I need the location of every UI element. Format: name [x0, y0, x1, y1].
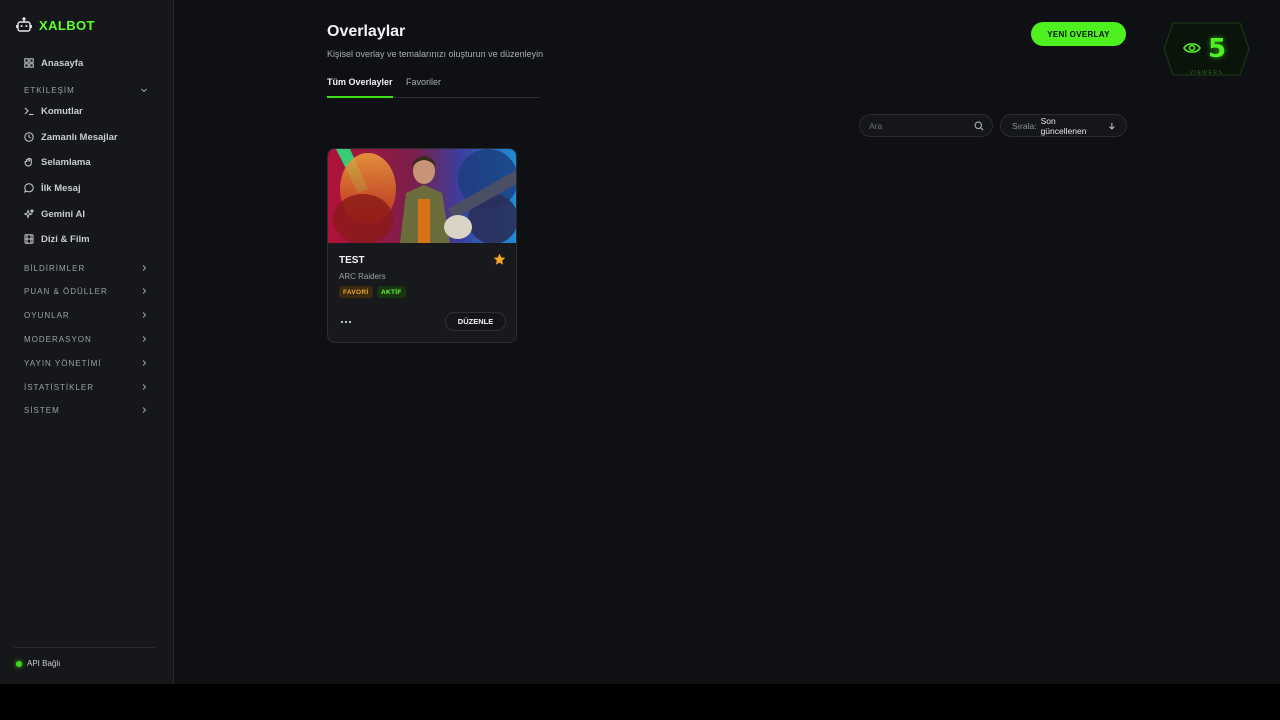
film-icon	[24, 234, 34, 244]
star-icon[interactable]	[493, 253, 506, 266]
overlay-game: ARC Raiders	[339, 272, 386, 281]
sort-value: Son güncellenen	[1040, 115, 1087, 136]
sidebar-item-label: Anasayfa	[41, 57, 84, 69]
tab-all-overlays[interactable]: Tüm Overlayler	[327, 77, 393, 98]
wave-hand-icon	[24, 157, 32, 167]
hexagon-frame	[1163, 22, 1250, 76]
new-overlay-button[interactable]: YENİ OVERLAY	[1031, 22, 1126, 46]
status-dot	[16, 660, 22, 667]
brand-logo[interactable]: XALBOT	[16, 17, 95, 33]
api-status-label: API Bağlı	[27, 659, 61, 668]
terminal-icon	[24, 107, 34, 116]
chevron-right-icon	[142, 312, 147, 318]
chevron-right-icon	[142, 265, 147, 271]
overlay-title: TEST	[339, 255, 365, 266]
tab-favorites[interactable]: Favoriler	[406, 77, 441, 98]
sidebar-item-commands[interactable]: Komutlar	[24, 104, 83, 118]
sidebar-item-label: İlk Mesaj	[41, 182, 81, 194]
arrow-down-icon	[1109, 122, 1115, 130]
sidebar-item-label: Zamanlı Mesajlar	[41, 131, 118, 143]
eye-icon	[1183, 43, 1201, 53]
sidebar-item-label: Selamlama	[41, 156, 91, 168]
chevron-right-icon	[142, 384, 147, 390]
tab-bar: Tüm Overlayler Favoriler	[327, 76, 540, 98]
sidebar-section-interaction[interactable]: ETKİLEŞİM	[24, 84, 148, 96]
section-label: SİSTEM	[24, 405, 60, 415]
sidebar-item-first-message[interactable]: İlk Mesaj	[24, 181, 81, 195]
chevron-right-icon	[142, 407, 147, 413]
sidebar-item-home[interactable]: Anasayfa	[24, 56, 83, 70]
sidebar-section-points-rewards[interactable]: PUAN & ÖDÜLLER	[24, 285, 148, 297]
more-options-button[interactable]	[339, 315, 353, 329]
search-icon	[974, 121, 984, 131]
api-status: API Bağlı	[16, 659, 60, 668]
sidebar-section-notifications[interactable]: BİLDİRİMLER	[24, 262, 148, 274]
sidebar-item-label: Gemini AI	[41, 208, 85, 220]
sidebar-section-stream-management[interactable]: YAYIN YÖNETİMİ	[24, 357, 148, 369]
sidebar-section-statistics[interactable]: İSTATİSTİKLER	[24, 381, 148, 393]
sidebar-divider	[14, 647, 155, 648]
app-window: XALBOT Anasayfa ETKİLEŞİM Komutlar Zaman…	[0, 0, 1280, 684]
sidebar-section-moderation[interactable]: MODERASYON	[24, 333, 148, 345]
section-label: ETKİLEŞİM	[24, 85, 75, 95]
search-input[interactable]	[869, 120, 974, 131]
page-subtitle: Kişisel overlay ve temalarınızı oluşturu…	[327, 49, 544, 59]
page-title: Overlaylar	[327, 23, 406, 40]
section-label: BİLDİRİMLER	[24, 263, 86, 273]
section-label: PUAN & ÖDÜLLER	[24, 286, 108, 296]
viewer-count-widget: 5 VIEWERS	[1163, 22, 1250, 76]
sidebar-item-label: Komutlar	[41, 105, 83, 117]
section-label: OYUNLAR	[24, 310, 70, 320]
section-label: YAYIN YÖNETİMİ	[24, 358, 102, 368]
section-label: İSTATİSTİKLER	[24, 382, 95, 392]
edit-button[interactable]: DÜZENLE	[445, 312, 506, 331]
chevron-right-icon	[142, 336, 147, 342]
overlay-thumbnail	[328, 149, 516, 243]
sparkles-icon	[24, 209, 34, 219]
sidebar-item-series-film[interactable]: Dizi & Film	[24, 232, 90, 246]
sidebar-section-games[interactable]: OYUNLAR	[24, 309, 148, 321]
more-horizontal-icon	[340, 320, 352, 324]
viewer-label: VIEWERS	[1189, 70, 1224, 76]
brand-name: XALBOT	[39, 17, 95, 33]
sort-label: Sırala:	[1012, 120, 1037, 131]
sidebar-item-timed-messages[interactable]: Zamanlı Mesajlar	[24, 130, 118, 144]
chevron-right-icon	[142, 360, 147, 366]
sidebar-section-system[interactable]: SİSTEM	[24, 404, 148, 416]
sidebar: XALBOT Anasayfa ETKİLEŞİM Komutlar Zaman…	[0, 0, 174, 684]
sidebar-item-gemini-ai[interactable]: Gemini AI	[24, 207, 85, 221]
sidebar-item-label: Dizi & Film	[41, 233, 90, 245]
chevron-down-icon	[141, 88, 147, 93]
viewer-count: 5	[1208, 34, 1227, 64]
search-field[interactable]	[859, 114, 993, 137]
overlay-card[interactable]: TEST ARC Raiders FAVORİ AKTİF DÜZENLE	[327, 148, 517, 343]
grid-icon	[24, 58, 34, 68]
chat-bubble-icon	[24, 183, 34, 193]
chevron-right-icon	[142, 288, 147, 294]
sidebar-item-greeting[interactable]: Selamlama	[24, 155, 91, 169]
sort-dropdown[interactable]: Sırala: Son güncellenen	[1000, 114, 1127, 137]
robot-icon	[16, 17, 32, 32]
section-label: MODERASYON	[24, 334, 92, 344]
active-badge: AKTİF	[377, 286, 406, 298]
clock-icon	[24, 132, 34, 142]
favorite-badge: FAVORİ	[339, 286, 373, 298]
